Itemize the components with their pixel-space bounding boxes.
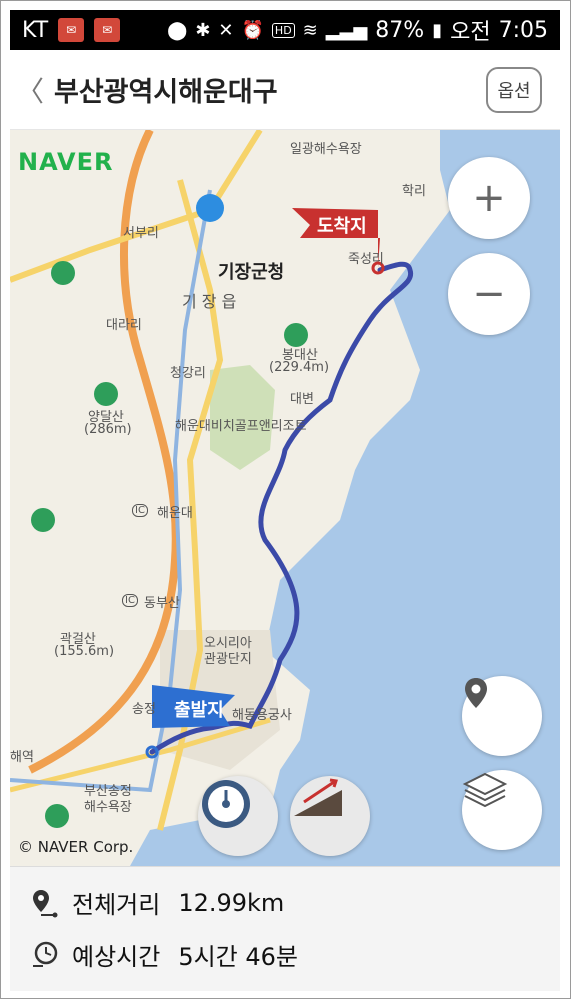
map-label: 해수욕장 <box>84 800 132 815</box>
route-summary-panel: 전체거리 12.99km 예상시간 5시간 46분 <box>10 866 560 991</box>
app-header: 〈 부산광역시해운대구 옵션 <box>10 50 560 130</box>
options-button[interactable]: 옵션 <box>486 66 542 113</box>
page-title: 부산광역시해운대구 <box>54 77 278 108</box>
time-value: 5시간 46분 <box>178 943 299 971</box>
clock: 7:05 <box>498 17 548 43</box>
route-distance-icon <box>30 888 60 918</box>
origin-label: 출발지 <box>174 700 224 721</box>
mountain-icon-5 <box>45 804 69 828</box>
zoom-in-button[interactable]: + <box>448 157 530 239</box>
time-prefix: 오전 <box>450 20 491 45</box>
distance-value: 12.99km <box>178 888 285 917</box>
elevation-button[interactable] <box>290 776 370 856</box>
speedometer-icon <box>202 780 250 828</box>
app-notification-icon-2: ✉ <box>94 18 121 42</box>
map-label: 대라리 <box>106 318 142 333</box>
plus-icon: + <box>472 175 506 221</box>
map-label: (155.6m) <box>54 644 115 659</box>
my-location-button[interactable] <box>462 676 542 756</box>
distance-label: 전체거리 <box>72 891 161 919</box>
carrier-label: KT <box>22 17 49 43</box>
map-view[interactable]: NAVER 일광해수욕장 학리 서부리 기장군청 기 장 읍 죽성리 대라리 봉… <box>10 130 560 866</box>
map-label: 학리 <box>402 184 426 199</box>
mountain-icon-1 <box>51 261 75 285</box>
minus-icon: − <box>472 271 506 317</box>
battery-icon: ▮ <box>432 19 443 41</box>
map-label: (229.4m) <box>269 360 330 375</box>
wifi-icon: ≋ <box>302 19 318 41</box>
map-label: 기 장 읍 <box>182 292 237 311</box>
map-label: 해역 <box>10 750 34 765</box>
map-label: IC <box>122 594 138 607</box>
mute-icon: ✕ <box>218 19 234 41</box>
map-label: 일광해수욕장 <box>290 142 362 157</box>
map-label: 송정 <box>132 702 156 717</box>
mountain-icon-3 <box>94 382 118 406</box>
bus-terminal-icon <box>196 194 224 222</box>
map-label: 해동용궁사 <box>232 708 292 723</box>
location-icon: ⬤ <box>167 19 188 41</box>
time-label: 예상시간 <box>72 943 161 971</box>
map-label: 관광단지 <box>204 652 252 667</box>
map-copyright: © NAVER Corp. <box>18 838 134 856</box>
naver-logo: NAVER <box>18 148 114 176</box>
signal-icon: ▂▃▅ <box>325 19 368 41</box>
battery-percent: 87% <box>375 17 425 43</box>
map-label: 대변 <box>290 392 314 407</box>
back-button[interactable]: 〈 <box>10 50 50 130</box>
map-label: 동부산 <box>144 596 180 611</box>
speedometer-button[interactable] <box>198 776 278 856</box>
map-label: 서부리 <box>123 226 159 241</box>
alarm-icon: ⏰ <box>241 19 264 41</box>
layers-icon <box>462 772 508 808</box>
map-label: 청강리 <box>170 366 206 381</box>
map-label: IC <box>132 504 148 517</box>
map-label: 기장군청 <box>218 262 285 283</box>
clock-icon <box>30 940 60 970</box>
map-label: (286m) <box>84 422 132 437</box>
map-layers-button[interactable] <box>462 770 542 850</box>
distance-row: 전체거리 12.99km <box>30 885 284 920</box>
hd-icon: HD <box>271 22 295 38</box>
app-notification-icon: ✉ <box>58 18 85 42</box>
map-label: 해운대 <box>157 506 193 521</box>
location-pin-icon <box>465 678 487 708</box>
elevation-slope-icon <box>294 778 342 816</box>
map-canvas <box>10 130 560 866</box>
destination-label: 도착지 <box>317 216 367 237</box>
status-bar: KT ✉ ✉ ⬤ ✱ ✕ ⏰ HD ≋ ▂▃▅ 87% ▮ 오전 7:05 <box>10 10 560 50</box>
map-label: 해운대비치골프앤리조트 <box>175 419 307 434</box>
time-row: 예상시간 5시간 46분 <box>30 937 298 972</box>
mountain-icon-4 <box>31 508 55 532</box>
bluetooth-icon: ✱ <box>195 19 211 41</box>
map-label: 죽성리 <box>348 252 384 267</box>
chevron-left-icon: 〈 <box>15 74 44 108</box>
zoom-out-button[interactable]: − <box>448 253 530 335</box>
